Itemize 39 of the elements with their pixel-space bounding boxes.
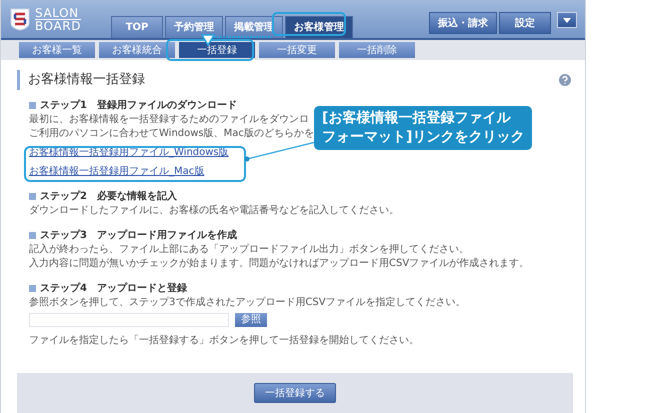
title-accent (17, 70, 20, 90)
step-text: 最初に、お客様情報を一括登録するためのファイルをダウンロ (29, 113, 309, 127)
page-title: お客様情報一括登録 (28, 71, 145, 90)
caret-icon (563, 18, 571, 22)
step-heading: ステップ2 必要な情報を記入 (40, 189, 177, 204)
logo-text: BOARD (35, 20, 82, 32)
sub-nav-tab[interactable]: お客様一覧 (19, 42, 95, 58)
sub-nav-tab[interactable]: 一括登録 (179, 42, 255, 58)
download-link[interactable]: お客様情報一括登録用ファイル_Mac版 (29, 164, 204, 179)
step-text: ダウンロードしたファイルに、お客様の氏名や電話番号などを記入してください。 (29, 204, 399, 218)
nav-button[interactable]: 振込・請求 (429, 12, 497, 34)
nav-button[interactable]: 設定 (499, 12, 551, 34)
dropdown-button[interactable] (557, 12, 577, 28)
bullet-icon (29, 102, 36, 109)
step-heading: ステップ1 登録用ファイルのダウンロード (40, 98, 237, 113)
file-field[interactable] (29, 313, 229, 327)
step-note: ファイルを指定したら「一括登録する」ボタンを押して一括登録を開始してください。 (29, 334, 419, 348)
browse-button[interactable]: 参照 (235, 313, 267, 327)
submit-button[interactable]: 一括登録する (254, 383, 336, 403)
nav-tab[interactable]: お客様管理 (285, 16, 354, 38)
sub-nav-tab[interactable]: 一括変更 (259, 42, 335, 58)
nav-tab[interactable]: TOP (111, 16, 164, 38)
bullet-icon (29, 232, 36, 239)
logo-icon (9, 7, 31, 31)
logo-text: SALON (35, 6, 82, 20)
help-icon[interactable] (557, 72, 573, 88)
sub-nav-tab[interactable]: お客様統合 (99, 42, 175, 58)
step-text: 記入が終わったら、ファイル上部にある「アップロードファイル出力」ボタンを押してください。 (29, 243, 469, 257)
step-heading: ステップ4 アップロードと登録 (40, 281, 187, 296)
sub-nav-tab[interactable]: 一括削除 (339, 42, 415, 58)
callout-text: フォーマット]リンクをクリック (322, 128, 524, 147)
step-text: ご利用のパソコンに合わせてWindows版、Mac版のどちらかを (29, 127, 314, 141)
step-heading: ステップ3 アップロード用ファイルを作成 (40, 228, 237, 243)
step-text: 入力内容に問題が無いかチェックが始まります。問題がなければアップロード用CSVファイルが作成されます。 (29, 257, 530, 271)
callout-text: [お客様情報一括登録ファイル (322, 109, 512, 128)
bullet-icon (29, 285, 36, 292)
step-text: 参照ボタンを押して、ステップ3で作成されたアップロード用CSVファイルを指定してください。 (29, 296, 466, 310)
nav-tab[interactable]: 予約管理 (165, 16, 224, 38)
bullet-icon (29, 193, 36, 200)
